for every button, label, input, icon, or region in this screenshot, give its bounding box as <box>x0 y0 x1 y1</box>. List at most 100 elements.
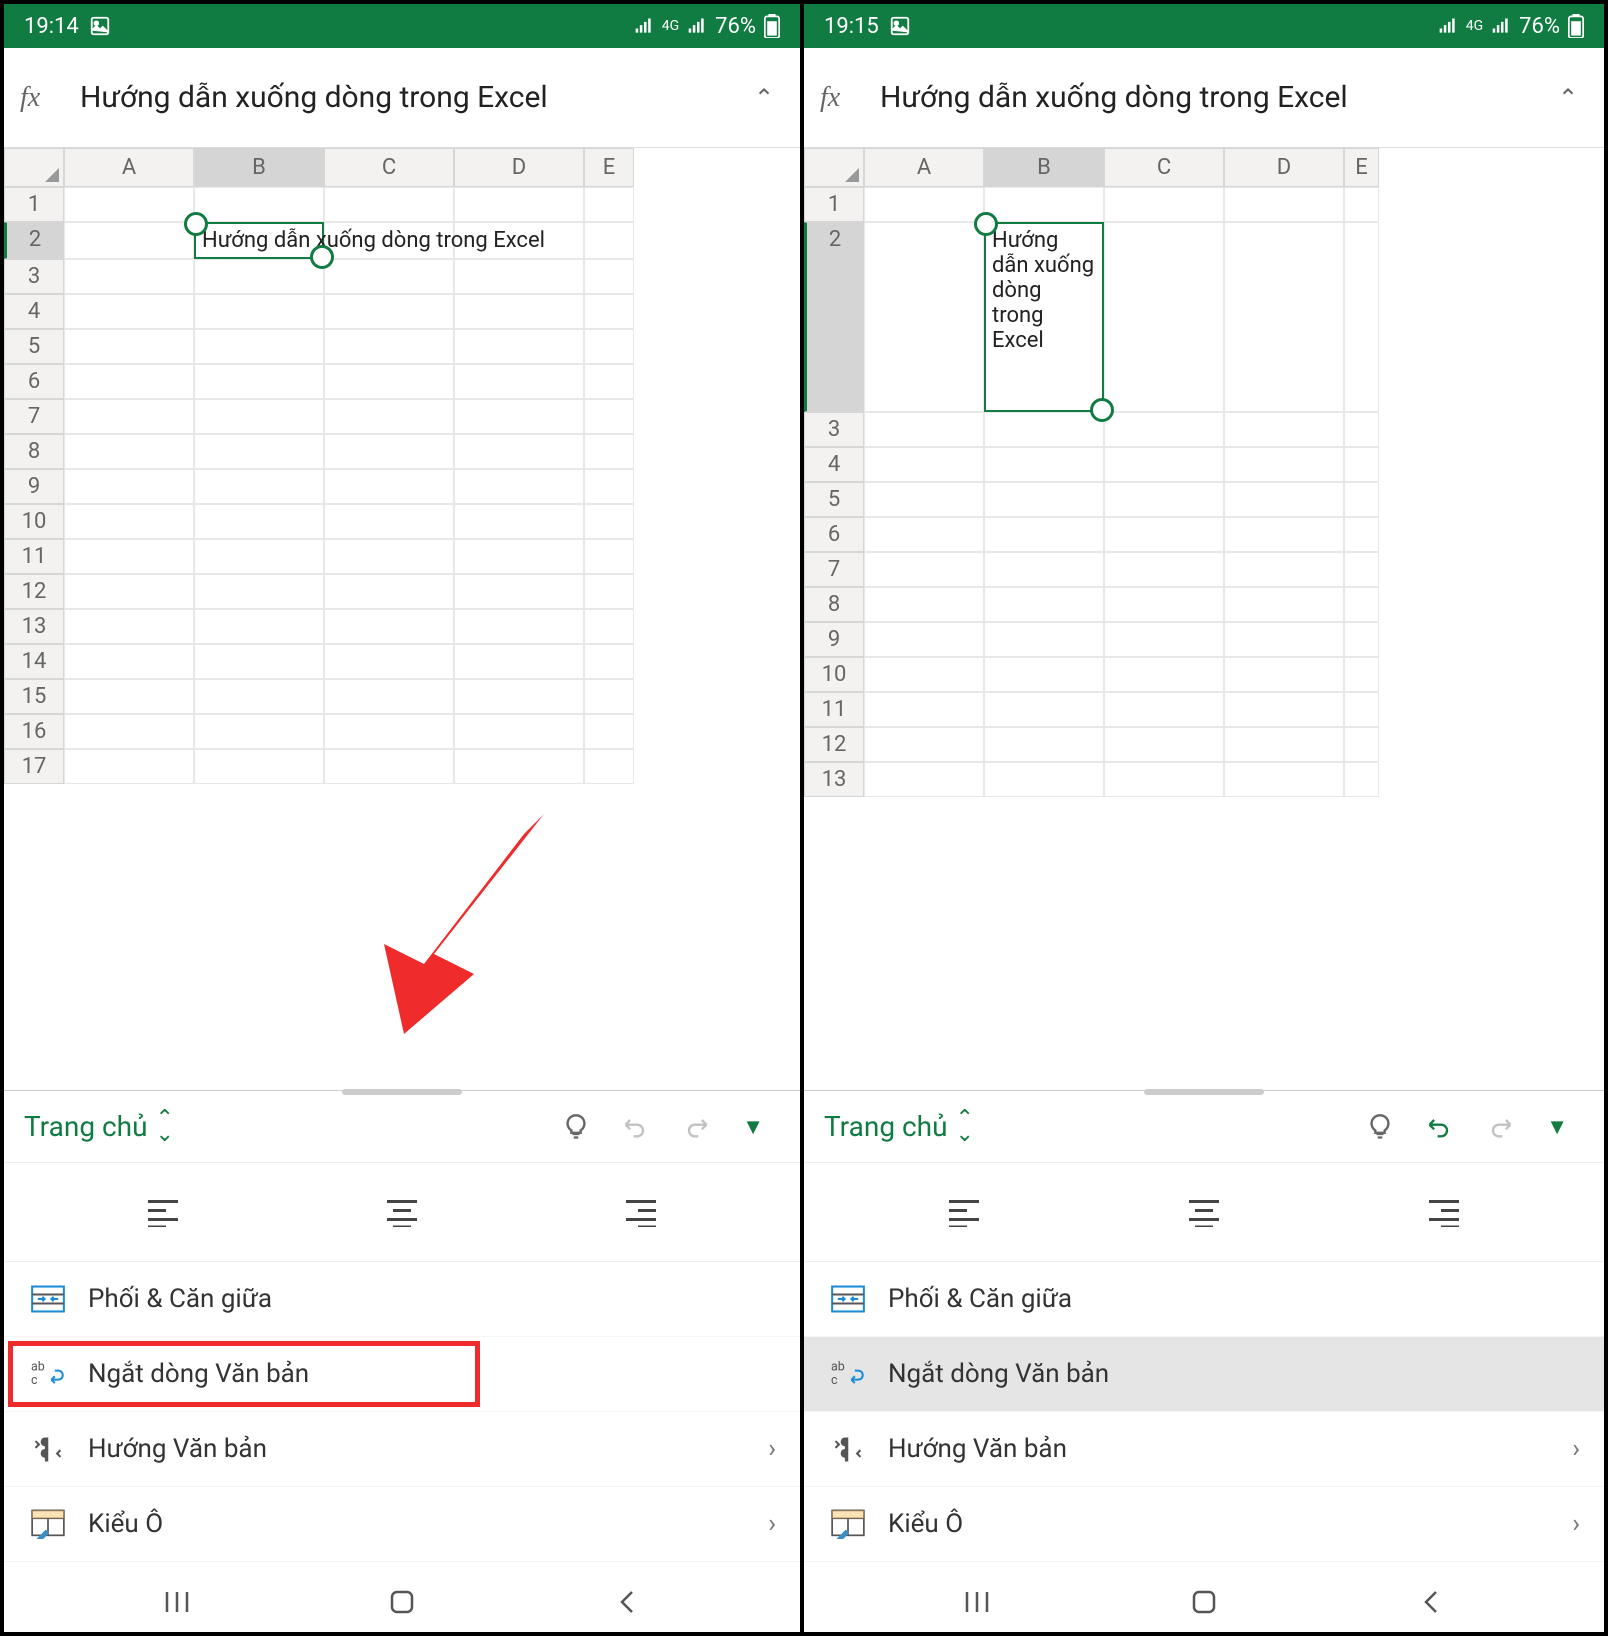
row-header-2[interactable]: 2 <box>804 222 864 412</box>
row-header-5[interactable]: 5 <box>4 329 64 364</box>
select-all-corner[interactable] <box>4 148 64 187</box>
align-right-button[interactable] <box>611 1187 671 1237</box>
spreadsheet-grid[interactable]: A B C D E 1 2 Hướng dẫn xuống dòng trong… <box>804 148 1604 1090</box>
text-direction-button[interactable]: ¶¶ Hướng Văn bản › <box>4 1412 800 1487</box>
formula-bar[interactable]: fx Hướng dẫn xuống dòng trong Excel ⌃ <box>4 48 800 148</box>
dropdown-icon[interactable]: ▼ <box>1546 1114 1568 1140</box>
select-all-corner[interactable] <box>804 148 864 187</box>
tab-home[interactable]: Trang chủ ⌃⌄ <box>24 1110 174 1143</box>
row-header-14[interactable]: 14 <box>4 644 64 679</box>
row-header-11[interactable]: 11 <box>4 539 64 574</box>
row-header-2[interactable]: 2 <box>4 222 64 259</box>
col-header-C[interactable]: C <box>1104 148 1224 187</box>
lightbulb-icon[interactable] <box>1366 1113 1394 1141</box>
row-header-1[interactable]: 1 <box>804 187 864 222</box>
cell-E2[interactable] <box>1344 222 1379 412</box>
row-header-3[interactable]: 3 <box>4 259 64 294</box>
col-header-E[interactable]: E <box>1344 148 1379 187</box>
selection-handle-tl[interactable] <box>184 212 208 236</box>
row-header-3[interactable]: 3 <box>804 412 864 447</box>
col-header-E[interactable]: E <box>584 148 634 187</box>
wrap-text-button[interactable]: abc Ngắt dòng Văn bản <box>804 1337 1604 1412</box>
cell-B1[interactable] <box>194 187 324 222</box>
dropdown-icon[interactable]: ▼ <box>742 1114 764 1140</box>
row-header-12[interactable]: 12 <box>804 727 864 762</box>
col-header-D[interactable]: D <box>1224 148 1344 187</box>
chevron-up-icon[interactable]: ⌃ <box>744 84 784 112</box>
cell-D1[interactable] <box>454 187 584 222</box>
cell-C1[interactable] <box>324 187 454 222</box>
cell-C2[interactable] <box>1104 222 1224 412</box>
wrap-text-button[interactable]: abc Ngắt dòng Văn bản <box>4 1337 800 1412</box>
cell-B2[interactable]: Hướng dẫn xuống dòng trong Excel <box>984 222 1104 412</box>
row-header-4[interactable]: 4 <box>804 447 864 482</box>
cell-E1[interactable] <box>584 187 634 222</box>
align-center-button[interactable] <box>1174 1187 1234 1237</box>
row-header-9[interactable]: 9 <box>4 469 64 504</box>
tab-home[interactable]: Trang chủ ⌃⌄ <box>824 1110 974 1143</box>
cell-C1[interactable] <box>1104 187 1224 222</box>
align-left-button[interactable] <box>934 1187 994 1237</box>
row-header-1[interactable]: 1 <box>4 187 64 222</box>
cell-A1[interactable] <box>864 187 984 222</box>
cell-D2[interactable] <box>1224 222 1344 412</box>
nav-home[interactable] <box>1174 1587 1234 1617</box>
row-header-7[interactable]: 7 <box>804 552 864 587</box>
cell-A2[interactable] <box>864 222 984 412</box>
row-header-17[interactable]: 17 <box>4 749 64 784</box>
undo-icon[interactable] <box>1426 1113 1454 1141</box>
cell-A1[interactable] <box>64 187 194 222</box>
row-header-15[interactable]: 15 <box>4 679 64 714</box>
row-header-13[interactable]: 13 <box>804 762 864 797</box>
cell-A2[interactable] <box>64 222 194 259</box>
cell-style-button[interactable]: Kiểu Ô › <box>4 1487 800 1562</box>
merge-center-button[interactable]: Phối & Căn giữa <box>804 1262 1604 1337</box>
align-left-button[interactable] <box>133 1187 193 1237</box>
selection-handle-tl[interactable] <box>974 212 998 236</box>
row-header-10[interactable]: 10 <box>4 504 64 539</box>
row-header-9[interactable]: 9 <box>804 622 864 657</box>
row-header-5[interactable]: 5 <box>804 482 864 517</box>
nav-recents[interactable] <box>147 1587 207 1617</box>
cell-D1[interactable] <box>1224 187 1344 222</box>
formula-bar[interactable]: fx Hướng dẫn xuống dòng trong Excel ⌃ <box>804 48 1604 148</box>
row-header-8[interactable]: 8 <box>4 434 64 469</box>
nav-back[interactable] <box>1401 1587 1461 1617</box>
row-header-16[interactable]: 16 <box>4 714 64 749</box>
align-center-button[interactable] <box>372 1187 432 1237</box>
row-header-6[interactable]: 6 <box>804 517 864 552</box>
col-header-A[interactable]: A <box>64 148 194 187</box>
nav-home[interactable] <box>372 1587 432 1617</box>
cell-E1[interactable] <box>1344 187 1379 222</box>
row-header-4[interactable]: 4 <box>4 294 64 329</box>
selection-handle-br[interactable] <box>1090 398 1114 422</box>
col-header-B[interactable]: B <box>984 148 1104 187</box>
merge-center-button[interactable]: Phối & Căn giữa <box>4 1262 800 1337</box>
selection-handle-br[interactable] <box>310 245 334 269</box>
lightbulb-icon[interactable] <box>562 1113 590 1141</box>
nav-back[interactable] <box>597 1587 657 1617</box>
col-header-C[interactable]: C <box>324 148 454 187</box>
row-header-12[interactable]: 12 <box>4 574 64 609</box>
cell-B2[interactable]: Hướng dẫn xuống dòng trong Excel <box>194 222 324 259</box>
col-header-D[interactable]: D <box>454 148 584 187</box>
cell-style-button[interactable]: Kiểu Ô › <box>804 1487 1604 1562</box>
chevron-up-icon[interactable]: ⌃ <box>1548 84 1588 112</box>
cell-B1[interactable] <box>984 187 1104 222</box>
col-header-B[interactable]: B <box>194 148 324 187</box>
redo-icon[interactable] <box>1486 1113 1514 1141</box>
undo-icon[interactable] <box>622 1113 650 1141</box>
row-header-8[interactable]: 8 <box>804 587 864 622</box>
spreadsheet-grid[interactable]: A B C D E 1 2 Hướng dẫn xuống dòng trong… <box>4 148 800 1090</box>
row-header-13[interactable]: 13 <box>4 609 64 644</box>
cell-E2[interactable] <box>584 222 634 259</box>
col-header-A[interactable]: A <box>864 148 984 187</box>
row-header-7[interactable]: 7 <box>4 399 64 434</box>
row-header-11[interactable]: 11 <box>804 692 864 727</box>
redo-icon[interactable] <box>682 1113 710 1141</box>
align-right-button[interactable] <box>1414 1187 1474 1237</box>
text-direction-button[interactable]: ¶¶ Hướng Văn bản › <box>804 1412 1604 1487</box>
row-header-10[interactable]: 10 <box>804 657 864 692</box>
row-header-6[interactable]: 6 <box>4 364 64 399</box>
nav-recents[interactable] <box>947 1587 1007 1617</box>
